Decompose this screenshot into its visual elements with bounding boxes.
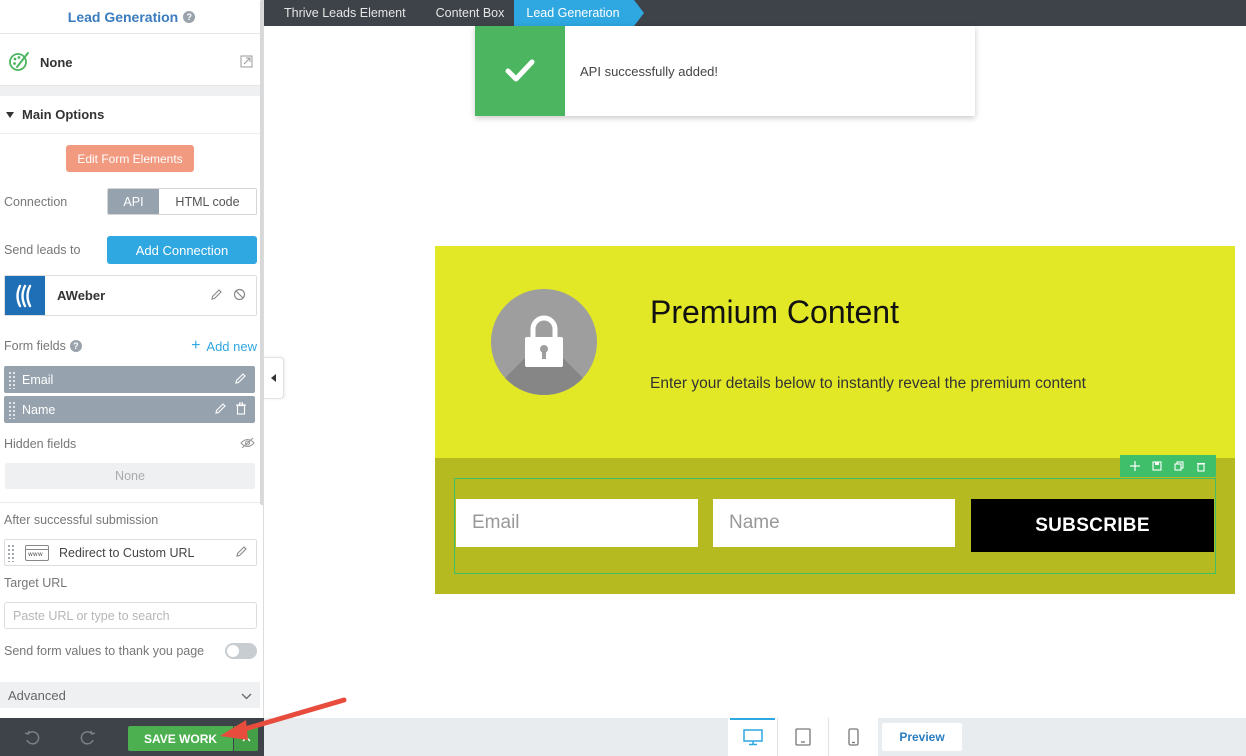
subscribe-button[interactable]: SUBSCRIBE (971, 499, 1214, 552)
plus-icon: + (191, 337, 201, 354)
drag-handle-icon[interactable] (8, 400, 16, 419)
email-field[interactable] (456, 499, 698, 547)
preview-button[interactable]: Preview (882, 723, 962, 751)
drag-handle-icon[interactable] (7, 543, 15, 562)
breadcrumb-item[interactable]: Thrive Leads Element (264, 0, 416, 26)
sidebar: Lead Generation ? None Main Options Edit (0, 0, 264, 718)
after-submission-label: After successful submission (4, 513, 159, 527)
external-link-icon[interactable] (240, 55, 253, 71)
tablet-view-button[interactable] (778, 718, 827, 756)
sidebar-title: Lead Generation (67, 8, 179, 25)
web-page-icon: www (25, 544, 49, 561)
caret-left-icon (271, 374, 276, 382)
collapse-sidebar-button[interactable] (264, 357, 284, 399)
desktop-view-button[interactable] (728, 718, 777, 756)
content-box[interactable]: Premium Content Enter your details below… (435, 246, 1235, 594)
checkmark-icon (475, 26, 565, 116)
edit-form-elements-button[interactable]: Edit Form Elements (66, 145, 194, 172)
drag-handle-icon[interactable] (8, 370, 16, 389)
desktop-icon (742, 728, 763, 745)
add-connection-button[interactable]: Add Connection (107, 236, 257, 264)
form-fields-label: Form fields (4, 339, 66, 353)
separator (0, 86, 263, 96)
connection-option-html[interactable]: HTML code (159, 189, 256, 214)
add-new-label: Add new (206, 338, 257, 354)
breadcrumb-item[interactable]: Content Box (416, 0, 515, 26)
after-submission-action[interactable]: www Redirect to Custom URL (4, 539, 257, 566)
notification-message: API successfully added! (580, 63, 719, 79)
connection-option-api[interactable]: API (108, 189, 159, 214)
form-field-name: Email (22, 372, 54, 387)
content-subtitle: Enter your details below to instantly re… (650, 375, 1086, 392)
form-field-name: Name (22, 402, 56, 417)
sidebar-scrollbar[interactable] (260, 0, 263, 505)
help-icon[interactable]: ? (183, 10, 196, 23)
eye-slash-icon[interactable] (240, 437, 255, 452)
mobile-view-button[interactable] (829, 718, 878, 756)
target-url-input[interactable] (4, 602, 257, 629)
form-field-row-name[interactable]: Name (4, 396, 255, 423)
pencil-icon[interactable] (234, 372, 247, 388)
content-title: Premium Content (650, 294, 899, 330)
main-options-toggle[interactable]: Main Options (0, 96, 263, 134)
hidden-fields-header: Hidden fields (4, 436, 257, 452)
disconnect-icon[interactable] (233, 288, 246, 304)
send-leads-label: Send leads to (4, 243, 81, 257)
breadcrumb-item-active[interactable]: Lead Generation (514, 0, 644, 26)
pencil-icon[interactable] (214, 402, 227, 418)
element-toolbar (1120, 455, 1216, 477)
undo-icon[interactable] (22, 729, 42, 747)
trash-icon[interactable] (235, 402, 247, 418)
caret-down-icon (6, 111, 14, 118)
form-field-row-email[interactable]: Email (4, 366, 255, 393)
hidden-fields-value: None (5, 463, 255, 489)
pencil-icon[interactable] (235, 545, 248, 561)
device-switcher (728, 718, 878, 756)
bottom-bar: SAVE WORK Preview (0, 718, 1246, 756)
connection-card: AWeber (4, 275, 257, 316)
lock-icon (491, 289, 597, 395)
divider (0, 502, 263, 503)
connection-name: AWeber (57, 288, 106, 303)
target-url-label: Target URL (4, 576, 68, 590)
move-icon[interactable] (1127, 458, 1143, 474)
main-options-title: Main Options (22, 107, 105, 122)
mobile-icon (848, 728, 859, 746)
hidden-fields-label: Hidden fields (4, 437, 77, 451)
duplicate-icon[interactable] (1171, 458, 1187, 474)
tablet-icon (795, 728, 811, 746)
style-selector[interactable]: None (0, 40, 263, 86)
annotation-arrow-icon (220, 697, 347, 740)
save-template-icon[interactable] (1149, 458, 1165, 474)
after-submission-action-label: Redirect to Custom URL (59, 545, 195, 560)
style-selector-label: None (40, 55, 73, 70)
send-values-label: Send form values to thank you page (4, 644, 205, 658)
help-icon[interactable]: ? (69, 340, 82, 352)
send-values-row: Send form values to thank you page (4, 642, 257, 660)
form-fields-header: Form fields ? + Add new (4, 338, 257, 354)
send-values-toggle[interactable] (225, 643, 257, 659)
pencil-icon[interactable] (210, 288, 223, 304)
breadcrumb: Thrive Leads Element Content Box Lead Ge… (264, 0, 1246, 26)
trash-icon[interactable] (1193, 458, 1209, 474)
aweber-logo-icon (5, 276, 45, 315)
redo-icon[interactable] (78, 729, 98, 747)
advanced-label: Advanced (8, 687, 66, 703)
success-notification: API successfully added! (475, 26, 975, 116)
add-new-field-button[interactable]: + Add new (191, 337, 257, 354)
connection-label: Connection (4, 195, 68, 209)
sidebar-header: Lead Generation ? (0, 0, 263, 34)
name-field[interactable] (713, 499, 955, 547)
connection-toggle: API HTML code (107, 188, 257, 215)
palette-icon (8, 50, 30, 75)
